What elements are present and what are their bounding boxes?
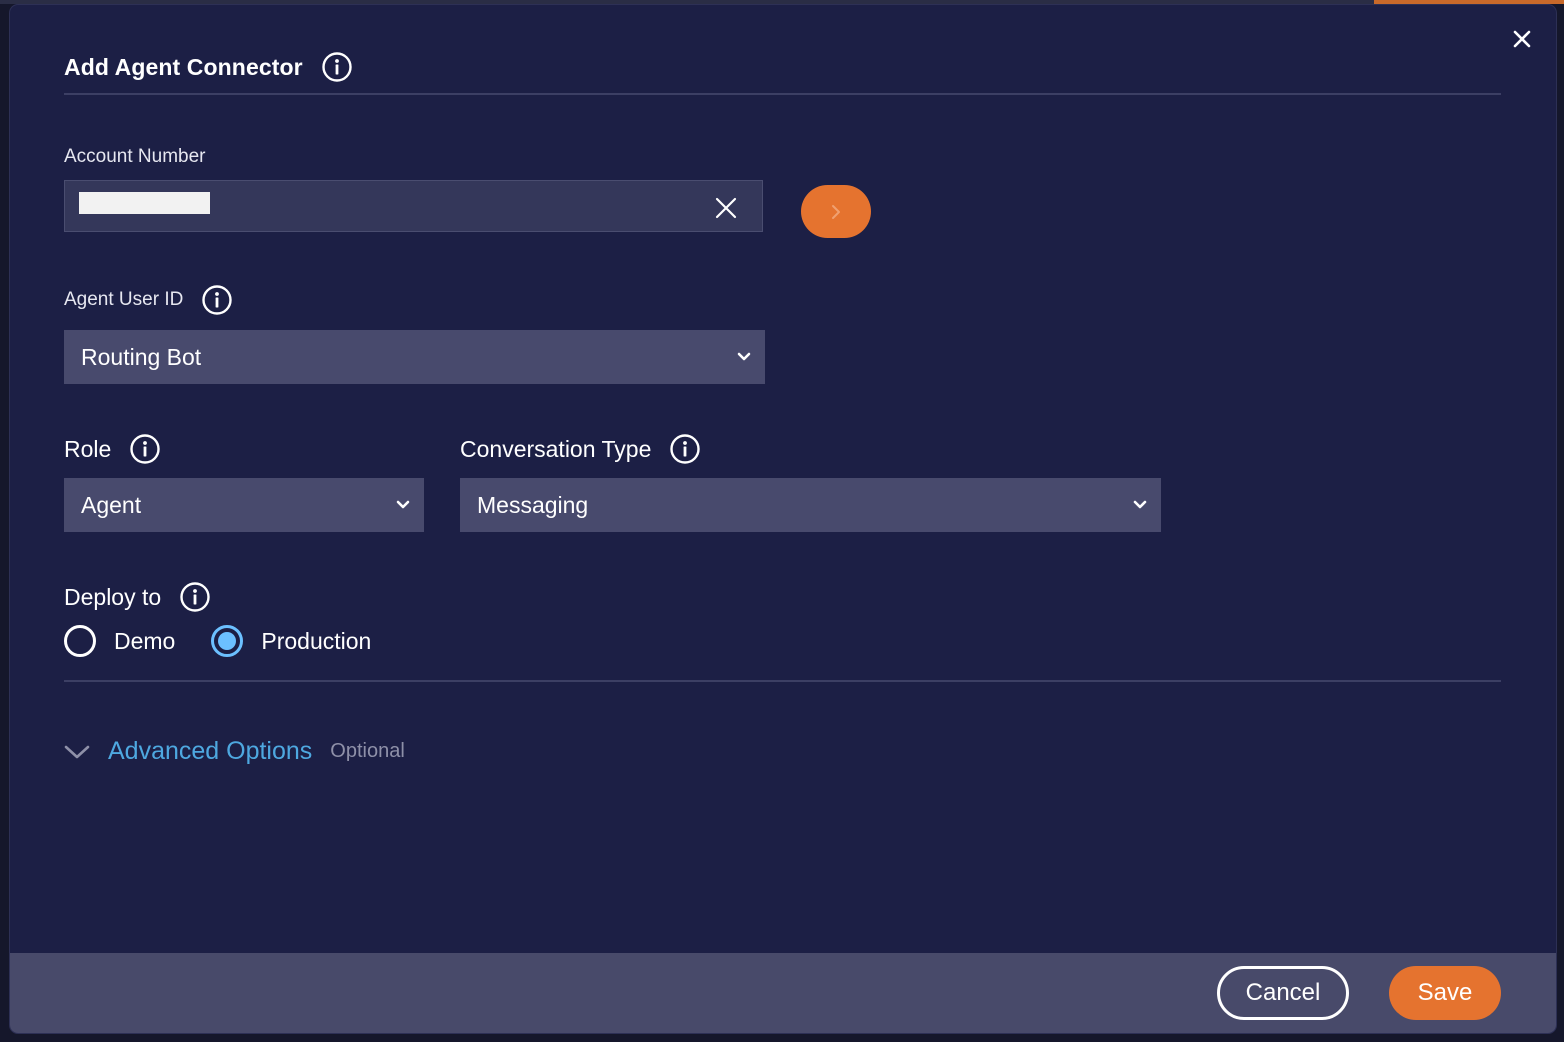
info-icon[interactable] [201,284,233,316]
save-button[interactable]: Save [1389,966,1501,1020]
chevron-down-icon [396,500,410,509]
radio-unchecked[interactable] [64,625,96,657]
conversation-type-label: Conversation Type [460,435,652,462]
add-agent-connector-dialog: Add Agent Connector Account Number Agent… [10,5,1556,1033]
chevron-down-icon [64,745,90,758]
header-divider [64,93,1501,95]
info-icon[interactable] [321,51,353,83]
cancel-button[interactable]: Cancel [1217,966,1349,1020]
close-dialog-button[interactable] [1508,25,1536,53]
deploy-option-production-label: Production [261,627,372,654]
deploy-to-label-row: Deploy to [64,581,211,613]
role-select[interactable]: Agent [64,478,424,532]
account-number-label: Account Number [64,146,206,167]
dialog-footer: Cancel Save [10,953,1556,1033]
advanced-options-label[interactable]: Advanced Options [108,737,312,766]
close-icon [715,197,737,219]
info-icon[interactable] [129,433,161,465]
info-icon[interactable] [179,581,211,613]
conversation-type-select[interactable]: Messaging [460,478,1161,532]
advanced-options-toggle[interactable]: Advanced Options Optional [64,737,405,766]
chevron-right-icon [832,204,840,219]
clear-account-number-button[interactable] [711,193,741,223]
background-strip [0,0,1564,4]
role-label: Role [64,435,112,462]
deploy-option-production[interactable]: Production [211,625,371,657]
dialog-title: Add Agent Connector [64,53,303,80]
deploy-option-demo[interactable]: Demo [64,625,175,657]
role-label-row: Role [64,433,161,465]
info-icon[interactable] [669,433,701,465]
background-button-peek [1374,0,1564,4]
conversation-type-label-row: Conversation Type [460,433,701,465]
deploy-to-label: Deploy to [64,583,162,610]
agent-user-id-label: Agent User ID [64,289,184,310]
deploy-option-demo-label: Demo [114,627,176,654]
advanced-options-hint: Optional [330,740,405,762]
agent-user-id-selected: Routing Bot [81,343,202,370]
close-icon [1513,30,1531,48]
conversation-type-selected: Messaging [477,491,589,518]
dialog-header: Add Agent Connector [64,51,353,83]
chevron-down-icon [737,352,751,361]
radio-checked[interactable] [211,625,244,657]
agent-user-id-label-row: Agent User ID [64,284,233,316]
account-number-value [79,192,210,214]
radio-dot [218,632,237,650]
role-selected: Agent [81,491,142,518]
agent-user-id-select[interactable]: Routing Bot [64,330,765,384]
chevron-down-icon [1133,500,1147,509]
deploy-to-radio-group: Demo Production [64,625,407,657]
advanced-divider [64,680,1501,682]
account-number-submit-button[interactable] [801,185,871,238]
account-number-input[interactable] [64,180,763,232]
